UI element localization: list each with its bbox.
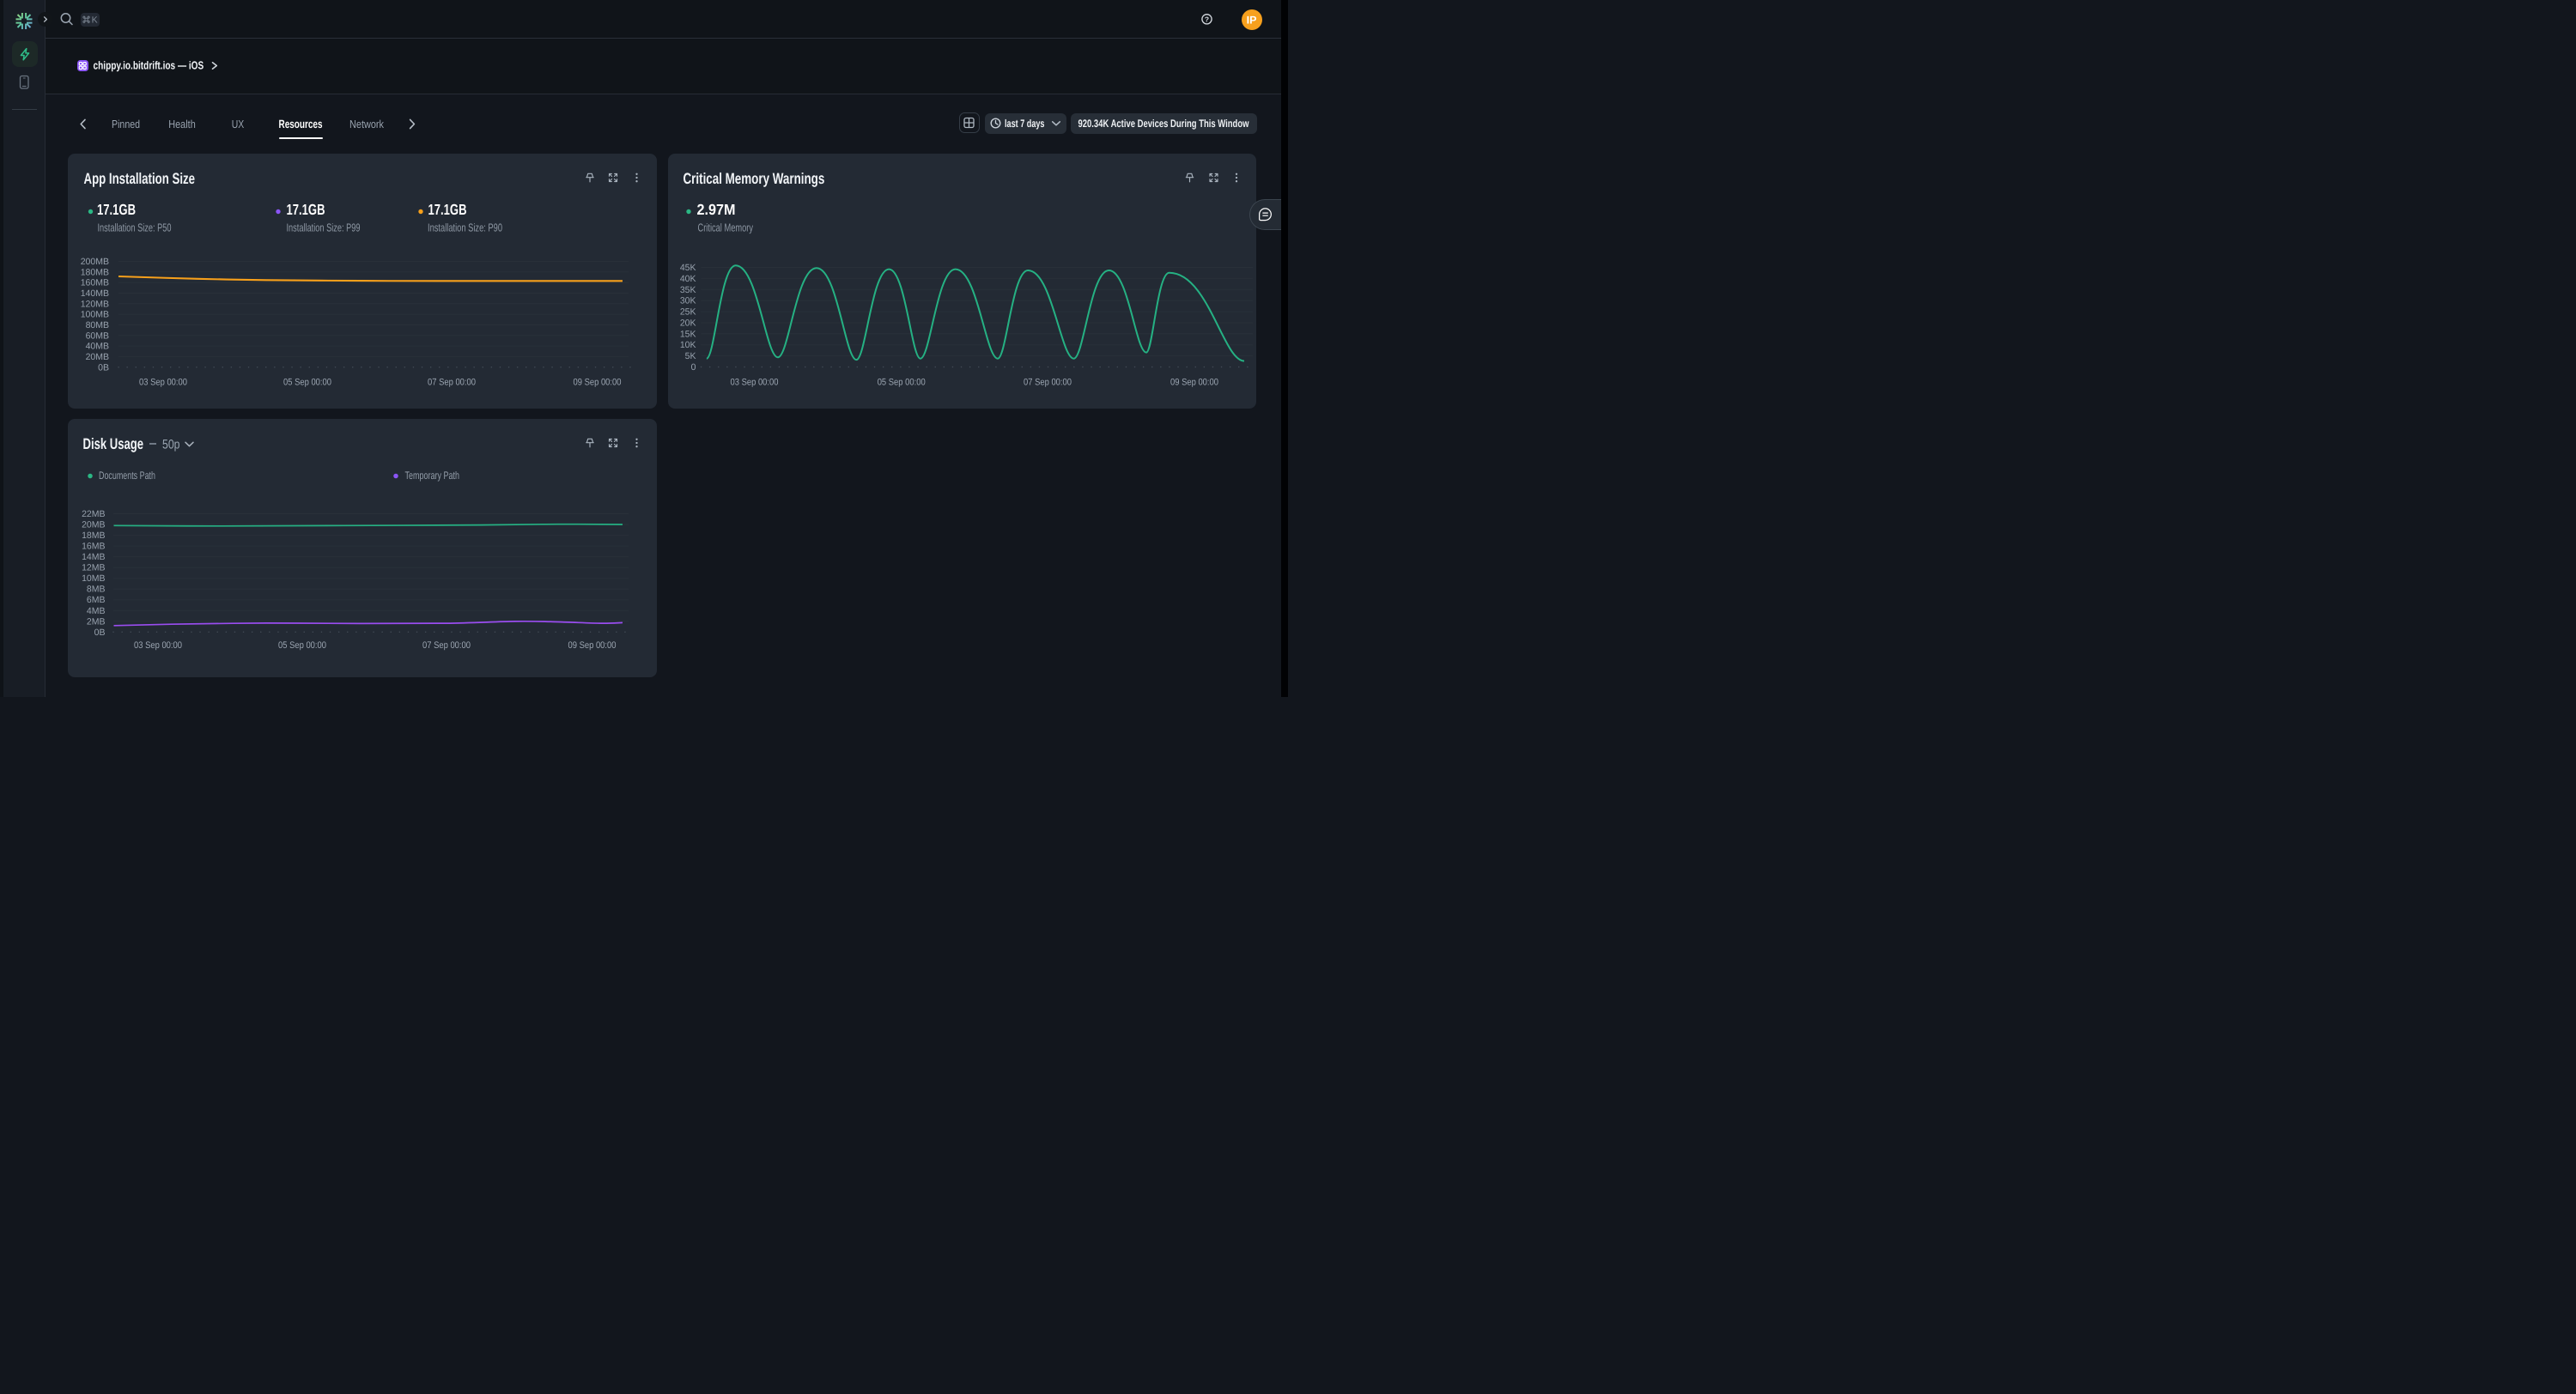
svg-text:17.1GB: 17.1GB: [428, 201, 467, 218]
svg-text:25K: 25K: [680, 307, 696, 318]
svg-text:920.34K Active Devices During: 920.34K Active Devices During This Windo…: [1078, 118, 1249, 130]
svg-text:12MB: 12MB: [82, 563, 105, 573]
svg-text:80MB: 80MB: [86, 320, 109, 330]
svg-text:50p: 50p: [162, 438, 180, 452]
svg-text:Health: Health: [168, 118, 196, 130]
svg-text:0B: 0B: [94, 627, 106, 638]
svg-text:18MB: 18MB: [82, 530, 105, 541]
svg-text:120MB: 120MB: [81, 299, 109, 309]
svg-text:45K: 45K: [680, 263, 696, 273]
svg-text:35K: 35K: [680, 285, 696, 295]
svg-text:4MB: 4MB: [87, 606, 106, 616]
svg-text:03 Sep 00:00: 03 Sep 00:00: [139, 377, 187, 387]
svg-text:0B: 0B: [98, 362, 109, 373]
svg-text:10MB: 10MB: [82, 573, 105, 584]
svg-text:03 Sep 00:00: 03 Sep 00:00: [134, 640, 182, 651]
svg-text:20K: 20K: [680, 318, 696, 329]
svg-text:6MB: 6MB: [87, 595, 106, 605]
svg-text:15K: 15K: [680, 329, 696, 339]
svg-text:160MB: 160MB: [81, 278, 109, 288]
svg-text:40K: 40K: [680, 274, 696, 284]
svg-text:09 Sep 00:00: 09 Sep 00:00: [568, 640, 617, 651]
svg-text:K: K: [92, 15, 98, 25]
svg-text:22MB: 22MB: [82, 509, 105, 519]
svg-text:Critical Memory Warnings: Critical Memory Warnings: [683, 170, 825, 187]
svg-text:Resources: Resources: [279, 118, 323, 130]
svg-text:07 Sep 00:00: 07 Sep 00:00: [1024, 377, 1072, 387]
svg-text:Installation Size: P99: Installation Size: P99: [287, 221, 361, 234]
svg-text:05 Sep 00:00: 05 Sep 00:00: [878, 377, 926, 387]
svg-text:Network: Network: [349, 118, 384, 130]
svg-text:100MB: 100MB: [81, 310, 109, 320]
svg-text:60MB: 60MB: [86, 330, 109, 341]
svg-text:03 Sep 00:00: 03 Sep 00:00: [731, 377, 779, 387]
svg-text:20MB: 20MB: [82, 520, 105, 530]
svg-text:Disk Usage: Disk Usage: [83, 435, 144, 452]
svg-text:10K: 10K: [680, 340, 696, 350]
svg-text:last 7 days: last 7 days: [1005, 118, 1045, 130]
svg-text:Documents Path: Documents Path: [99, 470, 155, 482]
svg-text:2.97M: 2.97M: [697, 201, 736, 218]
svg-text:05 Sep 00:00: 05 Sep 00:00: [283, 377, 331, 387]
svg-text:09 Sep 00:00: 09 Sep 00:00: [574, 377, 622, 387]
svg-text:2MB: 2MB: [87, 616, 106, 627]
svg-text:09 Sep 00:00: 09 Sep 00:00: [1170, 377, 1218, 387]
svg-text:Temporary Path: Temporary Path: [405, 470, 460, 482]
svg-text:5K: 5K: [685, 351, 696, 361]
svg-text:Pinned: Pinned: [112, 118, 140, 130]
svg-text:07 Sep 00:00: 07 Sep 00:00: [422, 640, 471, 651]
svg-text:0: 0: [691, 362, 696, 373]
svg-text:07 Sep 00:00: 07 Sep 00:00: [428, 377, 476, 387]
svg-text:05 Sep 00:00: 05 Sep 00:00: [278, 640, 326, 651]
svg-text:chippy.io.bitdrift.ios — iOS: chippy.io.bitdrift.ios — iOS: [94, 59, 204, 72]
svg-text:Installation Size: P90: Installation Size: P90: [428, 221, 502, 234]
svg-text:180MB: 180MB: [81, 267, 109, 277]
svg-text:30K: 30K: [680, 296, 696, 306]
svg-text:App Installation Size: App Installation Size: [84, 170, 196, 187]
svg-text:140MB: 140MB: [81, 288, 109, 299]
svg-text:20MB: 20MB: [86, 352, 109, 362]
svg-text:200MB: 200MB: [81, 257, 109, 267]
svg-text:40MB: 40MB: [86, 342, 109, 352]
svg-text:17.1GB: 17.1GB: [97, 201, 136, 218]
svg-text:8MB: 8MB: [87, 585, 106, 595]
svg-text:?: ?: [1205, 15, 1209, 23]
svg-text:17.1GB: 17.1GB: [287, 201, 325, 218]
svg-text:Critical Memory: Critical Memory: [698, 221, 754, 234]
svg-text:UX: UX: [232, 118, 245, 130]
svg-text:Installation Size: P50: Installation Size: P50: [98, 221, 172, 234]
svg-text:16MB: 16MB: [82, 542, 105, 552]
svg-text:14MB: 14MB: [82, 552, 105, 562]
svg-text:IP: IP: [1247, 15, 1257, 27]
